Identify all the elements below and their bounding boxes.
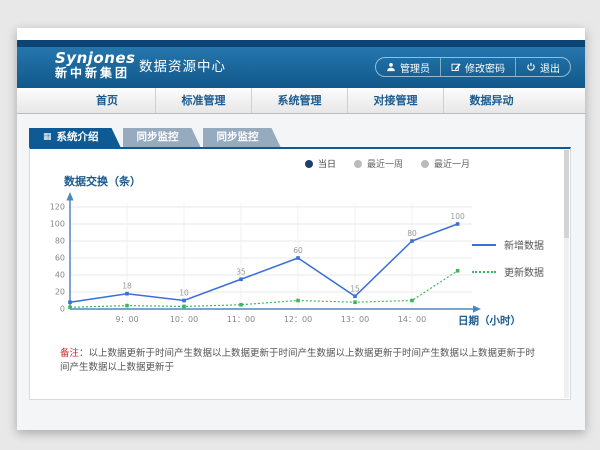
- content-area: ▦ 系统介绍 同步监控 同步监控 当日 最近一周: [17, 114, 585, 430]
- tab-bar: ▦ 系统介绍 同步监控 同步监控: [29, 128, 283, 147]
- power-icon: [526, 62, 536, 72]
- radio-dot-icon: [421, 160, 429, 168]
- logout-button[interactable]: 退出: [515, 58, 570, 76]
- user-name-label: 管理员: [400, 60, 430, 75]
- tab-label: 同步监控: [217, 128, 259, 147]
- scrollbar-thumb[interactable]: [564, 150, 569, 238]
- nav-item-interface-mgmt[interactable]: 对接管理: [347, 88, 443, 113]
- app-header: Synjones 新中新集团 数据资源中心 管理员 修改密码 退出: [17, 47, 585, 88]
- solid-line-swatch-icon: [472, 244, 496, 246]
- range-filter-today[interactable]: 当日: [305, 157, 336, 170]
- range-filter-label: 最近一月: [434, 157, 470, 170]
- tab-label: 系统介绍: [57, 128, 99, 147]
- legend-label: 更新数据: [504, 264, 544, 279]
- svg-text:9：00: 9：00: [115, 315, 138, 324]
- change-password-button[interactable]: 修改密码: [440, 58, 515, 76]
- svg-text:40: 40: [55, 271, 65, 280]
- radio-dot-icon: [354, 160, 362, 168]
- svg-text:10：00: 10：00: [170, 315, 198, 324]
- app-window: Synjones 新中新集团 数据资源中心 管理员 修改密码 退出 首页 标准管…: [17, 28, 585, 430]
- chart-legend: 新增数据 更新数据: [472, 237, 544, 279]
- range-filter-label: 当日: [318, 157, 336, 170]
- data-exchange-line-chart: 0 20 40 60 80 100 120 9：00 10：00 11：00 12：00 13：00 1…: [40, 189, 492, 331]
- svg-text:15: 15: [350, 284, 360, 293]
- logout-label: 退出: [540, 60, 560, 75]
- x-axis-title: 日期（小时）: [458, 313, 521, 328]
- svg-text:80: 80: [55, 237, 65, 246]
- page-title: 数据资源中心: [139, 47, 226, 88]
- legend-label: 新增数据: [504, 237, 544, 252]
- legend-item-new-data: 新增数据: [472, 237, 544, 252]
- nav-item-data-changes[interactable]: 数据异动: [443, 88, 539, 113]
- top-accent-strip: [17, 40, 585, 47]
- svg-text:0: 0: [60, 305, 65, 314]
- main-navigation: 首页 标准管理 系统管理 对接管理 数据异动: [17, 88, 585, 114]
- logo-chinese-name: 新中新集团: [55, 67, 136, 80]
- tab-system-intro[interactable]: ▦ 系统介绍: [29, 128, 121, 147]
- svg-text:11：00: 11：00: [227, 315, 255, 324]
- svg-text:14：00: 14：00: [398, 315, 426, 324]
- nav-item-standard-mgmt[interactable]: 标准管理: [155, 88, 251, 113]
- dotted-line-swatch-icon: [472, 271, 496, 273]
- legend-item-updated-data: 更新数据: [472, 264, 544, 279]
- footnote-text: 以上数据更新于时间产生数据以上数据更新于时间产生数据以上数据更新于时间产生数据以…: [60, 348, 535, 373]
- nav-item-home[interactable]: 首页: [59, 88, 155, 113]
- time-range-filters: 当日 最近一周 最近一月: [305, 157, 470, 170]
- radio-dot-icon: [305, 160, 313, 168]
- chart-panel: 当日 最近一周 最近一月 数据交换（条） 0 20 40 60 80 100 120 9：00…: [29, 147, 571, 400]
- svg-text:10: 10: [179, 289, 189, 298]
- range-filter-last-week[interactable]: 最近一周: [354, 157, 403, 170]
- logo-wordmark: Synjones: [55, 51, 136, 67]
- svg-text:60: 60: [293, 246, 303, 255]
- range-filter-label: 最近一周: [367, 157, 403, 170]
- change-password-label: 修改密码: [465, 60, 505, 75]
- nav-item-system-mgmt[interactable]: 系统管理: [251, 88, 347, 113]
- svg-text:13：00: 13：00: [341, 315, 369, 324]
- svg-text:100: 100: [50, 220, 65, 229]
- edit-icon: [451, 62, 461, 72]
- svg-text:120: 120: [50, 203, 65, 212]
- company-logo: Synjones 新中新集团: [55, 51, 136, 79]
- svg-text:20: 20: [55, 288, 65, 297]
- tab-label: 同步监控: [137, 128, 179, 147]
- svg-text:60: 60: [55, 254, 65, 263]
- svg-text:18: 18: [122, 282, 132, 291]
- panel-scrollbar[interactable]: [564, 150, 569, 398]
- svg-text:100: 100: [450, 212, 465, 221]
- tab-sync-monitor-2[interactable]: 同步监控: [203, 128, 281, 147]
- grid-icon: ▦: [43, 128, 52, 147]
- footnote-label: 备注：: [60, 348, 89, 359]
- user-account-button[interactable]: 管理员: [376, 58, 440, 76]
- range-filter-last-month[interactable]: 最近一月: [421, 157, 470, 170]
- user-toolbar: 管理员 修改密码 退出: [375, 57, 571, 77]
- footnote: 备注：以上数据更新于时间产生数据以上数据更新于时间产生数据以上数据更新于时间产生…: [60, 345, 540, 373]
- svg-text:80: 80: [407, 229, 417, 238]
- svg-text:12：00: 12：00: [284, 315, 312, 324]
- tab-sync-monitor-1[interactable]: 同步监控: [123, 128, 201, 147]
- svg-text:35: 35: [236, 267, 246, 276]
- user-icon: [386, 62, 396, 72]
- y-axis-title: 数据交换（条）: [64, 173, 141, 189]
